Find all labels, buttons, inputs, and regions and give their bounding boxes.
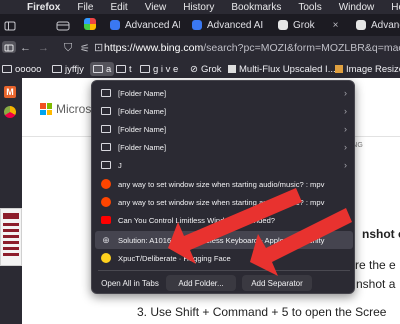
red-arrow-right-icon: [250, 208, 352, 276]
annotation-arrows: [168, 188, 352, 276]
